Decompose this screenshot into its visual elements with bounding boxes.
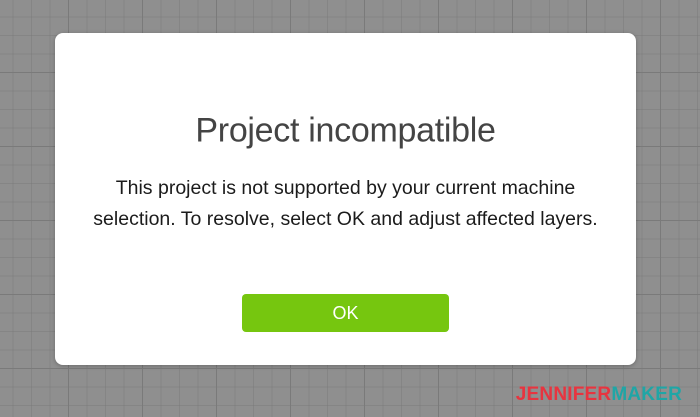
dialog-title: Project incompatible: [195, 111, 496, 150]
project-incompatible-dialog: Project incompatible This project is not…: [55, 33, 636, 365]
dialog-message: This project is not supported by your cu…: [93, 177, 598, 230]
watermark-part-maker: MAKER: [611, 384, 682, 405]
watermark-part-jennifer: JENNIFER: [515, 384, 612, 405]
ok-button[interactable]: OK: [242, 294, 449, 332]
jennifermaker-watermark: JENNIFERMAKER: [516, 384, 682, 406]
